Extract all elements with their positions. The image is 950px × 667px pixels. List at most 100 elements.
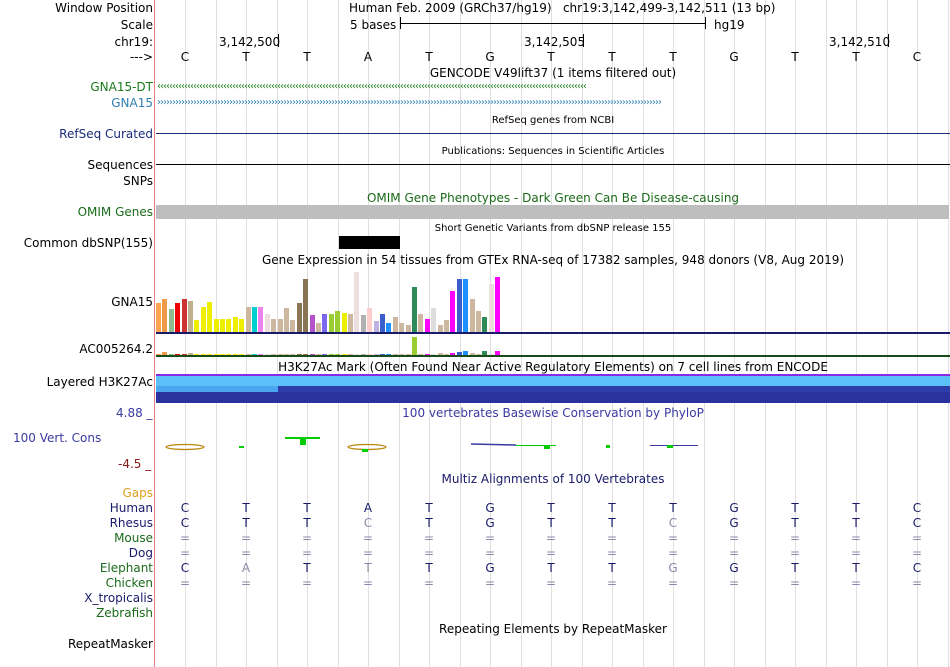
gtex-gna15-bar[interactable] — [175, 303, 180, 332]
gtex-ac005264-chart[interactable] — [156, 335, 950, 355]
gtex-gna15-bar[interactable] — [188, 301, 193, 332]
gtex-gna15-bar[interactable] — [310, 315, 315, 332]
species-label[interactable]: Mouse — [114, 531, 153, 545]
gtex-ac005264-bar[interactable] — [412, 337, 417, 355]
gtex-gna15-chart[interactable] — [156, 268, 950, 332]
gtex-gna15-bar[interactable] — [316, 323, 321, 332]
gtex-gna15-bar[interactable] — [374, 321, 379, 332]
gtex-gna15-bar[interactable] — [463, 279, 468, 332]
species-label[interactable]: Human — [110, 501, 153, 515]
gtex-gna15-bar[interactable] — [207, 302, 212, 332]
repeatmasker-label[interactable]: RepeatMasker — [68, 637, 153, 651]
gtex-gna15-bar[interactable] — [418, 314, 423, 332]
gtex-gna15-bar[interactable] — [182, 299, 187, 332]
gtex-gene-label-ac005264[interactable]: AC005264.2 — [79, 342, 153, 356]
gtex-gna15-bar[interactable] — [431, 308, 436, 332]
gtex-gna15-bar[interactable] — [348, 314, 353, 332]
gtex-gna15-bar[interactable] — [214, 319, 219, 332]
h3k27ac-signal[interactable] — [156, 374, 950, 404]
gtex-gna15-bar[interactable] — [457, 279, 462, 332]
omim-title[interactable]: OMIM Gene Phenotypes - Dark Green Can Be… — [156, 191, 950, 205]
window-position-label: Window Position — [55, 1, 153, 15]
gtex-gna15-bar[interactable] — [425, 319, 430, 332]
gtex-gna15-bar[interactable] — [412, 287, 417, 332]
gtex-gna15-bar[interactable] — [367, 308, 372, 332]
gtex-gna15-bar[interactable] — [329, 314, 334, 332]
gtex-gna15-bar[interactable] — [438, 325, 443, 332]
gtex-gna15-bar[interactable] — [399, 323, 404, 332]
gtex-gna15-bar[interactable] — [233, 317, 238, 332]
refseq-label[interactable]: RefSeq Curated — [59, 127, 153, 141]
cons-label[interactable]: 100 Vert. Cons — [13, 431, 101, 445]
dbsnp-label[interactable]: Common dbSNP(155) — [24, 236, 153, 250]
gtex-gna15-bar[interactable] — [246, 307, 251, 332]
gtex-gna15-bar[interactable] — [406, 325, 411, 332]
gtex-title[interactable]: Gene Expression in 54 tissues from GTEx … — [156, 253, 950, 267]
species-label[interactable]: Elephant — [100, 561, 153, 575]
gtex-gna15-bar[interactable] — [335, 311, 340, 332]
species-label[interactable]: Rhesus — [110, 516, 153, 530]
gtex-gna15-bar[interactable] — [444, 320, 449, 332]
dbsnp-variant[interactable] — [339, 236, 400, 249]
omim-feature[interactable] — [156, 205, 949, 219]
gtex-gna15-bar[interactable] — [361, 315, 366, 332]
gtex-gna15-bar[interactable] — [290, 320, 295, 332]
species-label[interactable]: Dog — [129, 546, 153, 560]
h3k27ac-title[interactable]: H3K27Ac Mark (Often Found Near Active Re… — [156, 360, 950, 374]
repeatmasker-title[interactable]: Repeating Elements by RepeatMasker — [156, 622, 950, 636]
cons-plot[interactable] — [156, 430, 950, 460]
chrom-label[interactable]: chr19: — [115, 35, 153, 49]
gtex-gna15-bar[interactable] — [476, 311, 481, 332]
gtex-gna15-bar[interactable] — [342, 313, 347, 332]
gencode-title[interactable]: GENCODE V49lift37 (1 items filtered out) — [156, 66, 950, 80]
gtex-gna15-bar[interactable] — [482, 317, 487, 332]
gtex-gna15-bar[interactable] — [284, 308, 289, 332]
multiz-gaps-label[interactable]: Gaps — [122, 486, 153, 500]
gtex-gna15-bar[interactable] — [322, 314, 327, 332]
gtex-gna15-bar[interactable] — [194, 320, 199, 332]
gtex-gna15-bar[interactable] — [271, 319, 276, 332]
dbsnp-title[interactable]: Short Genetic Variants from dbSNP releas… — [156, 222, 950, 236]
gtex-gna15-bar[interactable] — [162, 299, 167, 332]
position-title[interactable]: Human Feb. 2009 (GRCh37/hg19) chr19:3,14… — [349, 1, 775, 15]
refseq-line[interactable] — [156, 133, 950, 134]
multiz-title[interactable]: Multiz Alignments of 100 Vertebrates — [156, 472, 950, 486]
species-label[interactable]: Zebrafish — [96, 606, 153, 620]
gtex-gna15-bar[interactable] — [201, 307, 206, 332]
gtex-gna15-bar[interactable] — [386, 323, 391, 332]
cons-title[interactable]: 100 vertebrates Basewise Conservation by… — [156, 406, 950, 420]
species-label[interactable]: Chicken — [106, 576, 153, 590]
gtex-gna15-bar[interactable] — [156, 303, 161, 332]
gtex-gene-label-gna15[interactable]: GNA15 — [111, 295, 153, 309]
snps-label[interactable]: SNPs — [123, 174, 153, 188]
gtex-gna15-bar[interactable] — [169, 309, 174, 332]
gna15-transcript[interactable]: ››››››››››››››››››››››››››››››››››››››››… — [157, 99, 949, 107]
gtex-gna15-bar[interactable] — [278, 319, 283, 332]
gtex-gna15-bar[interactable] — [239, 319, 244, 332]
gtex-gna15-bar[interactable] — [393, 317, 398, 332]
sequences-title[interactable]: Publications: Sequences in Scientific Ar… — [156, 145, 950, 159]
gtex-gna15-bar[interactable] — [303, 279, 308, 332]
gtex-gna15-bar[interactable] — [380, 314, 385, 332]
gtex-gna15-bar[interactable] — [297, 303, 302, 332]
gtex-gna15-bar[interactable] — [354, 272, 359, 332]
gtex-gna15-bar[interactable] — [450, 291, 455, 332]
gtex-gna15-bar[interactable] — [258, 307, 263, 332]
gtex-gna15-bar[interactable] — [220, 319, 225, 332]
gene-label-gna15[interactable]: GNA15 — [111, 96, 153, 110]
gtex-gna15-bar[interactable] — [226, 319, 231, 332]
sequences-label[interactable]: Sequences — [88, 158, 153, 172]
omim-label[interactable]: OMIM Genes — [78, 205, 153, 219]
h3k27ac-label[interactable]: Layered H3K27Ac — [47, 375, 153, 389]
refseq-title[interactable]: RefSeq genes from NCBI — [156, 114, 950, 128]
aligned-base: A — [241, 561, 251, 575]
gene-label-gna15-dt[interactable]: GNA15-DT — [90, 80, 153, 94]
species-label[interactable]: X_tropicalis — [84, 591, 153, 605]
gna15-dt-transcript[interactable]: ‹‹‹‹‹‹‹‹‹‹‹‹‹‹‹‹‹‹‹‹‹‹‹‹‹‹‹‹‹‹‹‹‹‹‹‹‹‹‹‹… — [157, 83, 949, 91]
gtex-gna15-bar[interactable] — [265, 314, 270, 332]
sequences-line[interactable] — [156, 164, 950, 165]
gtex-gna15-bar[interactable] — [495, 277, 500, 332]
gtex-gna15-bar[interactable] — [470, 299, 475, 332]
gtex-gna15-bar[interactable] — [489, 284, 494, 332]
gtex-gna15-bar[interactable] — [252, 307, 257, 332]
